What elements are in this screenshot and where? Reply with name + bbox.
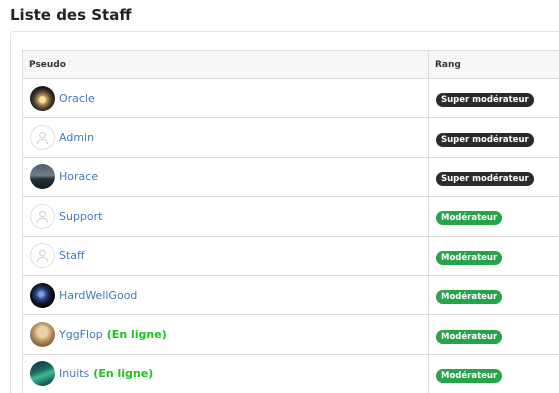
table-row: Support Modérateur <box>22 196 559 237</box>
inuits-avatar[interactable] <box>30 361 55 387</box>
rank-badge: Modérateur <box>436 368 503 383</box>
staff-table: Pseudo Rang Oracle Super modérateur Admi… <box>22 50 559 393</box>
user-entry: Staff <box>30 243 428 269</box>
user-entry: HardWellGood <box>30 282 428 308</box>
rank-badge: Modérateur <box>436 250 503 265</box>
rank-badge: Modérateur <box>436 329 503 344</box>
rank-cell: Super modérateur <box>428 156 559 198</box>
pseudo-cell: YggFlop (En ligne) <box>22 314 429 355</box>
pseudo-cell: Horace <box>22 156 429 198</box>
rank-cell: Modérateur <box>428 196 559 237</box>
username-link[interactable]: Support <box>59 210 102 223</box>
oracle-avatar[interactable] <box>30 85 55 111</box>
yggflop-avatar[interactable] <box>30 322 55 348</box>
user-entry: Inuits (En ligne) <box>30 361 428 387</box>
rank-badge: Modérateur <box>436 211 503 226</box>
rank-badge: Super modérateur <box>436 132 534 147</box>
online-status: (En ligne) <box>93 367 154 381</box>
table-row: Horace Super modérateur <box>22 156 559 198</box>
online-status: (En ligne) <box>106 328 167 342</box>
hardwellgood-avatar[interactable] <box>30 282 55 308</box>
table-header-row: Pseudo Rang <box>22 50 559 79</box>
horace-avatar[interactable] <box>30 164 55 190</box>
rank-badge: Super modérateur <box>436 93 534 108</box>
user-entry: Admin <box>30 125 428 151</box>
pseudo-cell: Support <box>22 196 429 237</box>
rank-cell: Modérateur <box>428 314 559 355</box>
pseudo-cell: Inuits (En ligne) <box>22 353 429 393</box>
pseudo-cell: HardWellGood <box>22 274 429 316</box>
user-entry: YggFlop (En ligne) <box>30 322 428 348</box>
table-row: Inuits (En ligne) Modérateur <box>22 353 559 393</box>
username-link[interactable]: HardWellGood <box>59 289 137 302</box>
table-row: HardWellGood Modérateur <box>22 274 559 316</box>
column-header-pseudo: Pseudo <box>22 50 429 79</box>
rank-badge: Super modérateur <box>436 171 534 186</box>
default-avatar-icon[interactable] <box>30 125 55 151</box>
pseudo-cell: Staff <box>22 235 429 276</box>
column-header-rang: Rang <box>428 50 559 79</box>
username-link[interactable]: Admin <box>59 131 94 144</box>
username-link[interactable]: Inuits <box>59 367 89 380</box>
table-row: Staff Modérateur <box>22 235 559 276</box>
username-link[interactable]: YggFlop <box>59 328 103 341</box>
user-entry: Oracle <box>30 85 428 111</box>
rank-cell: Super modérateur <box>428 117 559 158</box>
page-title: Liste des Staff <box>10 6 132 24</box>
rank-cell: Modérateur <box>428 353 559 393</box>
rank-cell: Modérateur <box>428 274 559 316</box>
table-row: Oracle Super modérateur <box>22 77 559 119</box>
user-entry: Horace <box>30 164 428 190</box>
rank-badge: Modérateur <box>436 290 503 305</box>
pseudo-cell: Oracle <box>22 77 429 119</box>
pseudo-cell: Admin <box>22 117 429 158</box>
username-link[interactable]: Staff <box>59 249 85 262</box>
default-avatar-icon[interactable] <box>30 243 55 269</box>
rank-cell: Modérateur <box>428 235 559 276</box>
user-entry: Support <box>30 203 428 229</box>
table-row: YggFlop (En ligne) Modérateur <box>22 314 559 355</box>
default-avatar-icon[interactable] <box>30 203 55 229</box>
rank-cell: Super modérateur <box>428 77 559 119</box>
username-link[interactable]: Horace <box>59 170 98 183</box>
table-row: Admin Super modérateur <box>22 117 559 158</box>
username-link[interactable]: Oracle <box>59 92 95 105</box>
